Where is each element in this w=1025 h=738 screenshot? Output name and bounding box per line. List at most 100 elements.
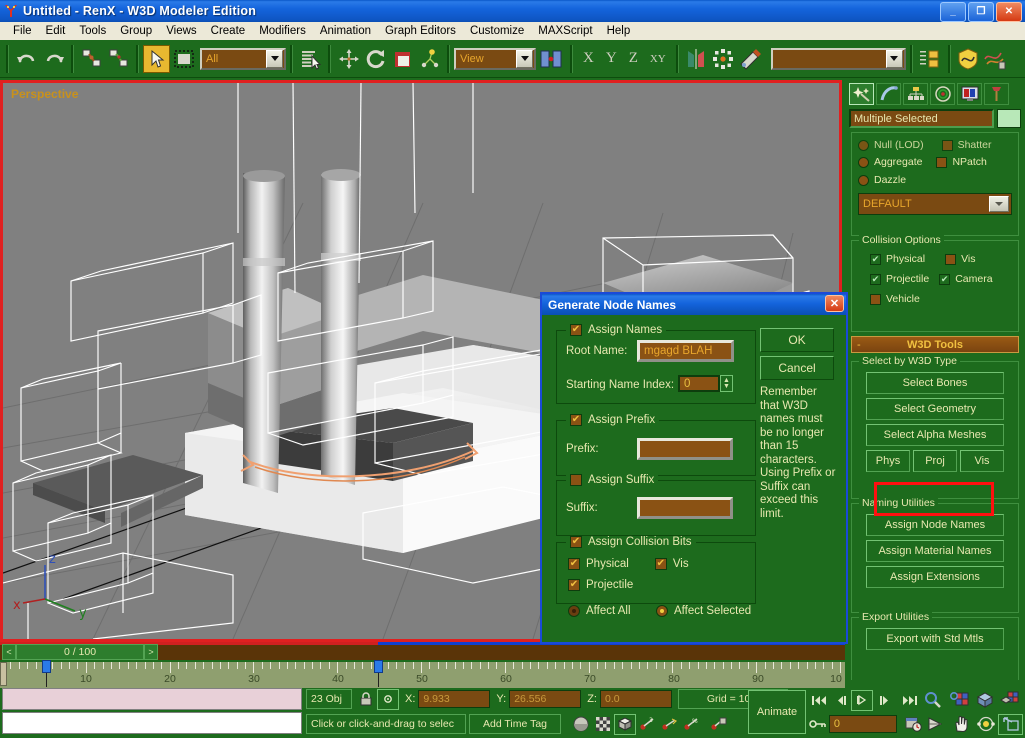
select-and-rotate-icon[interactable] — [362, 45, 389, 73]
collision-projectile-checkbox[interactable] — [870, 274, 881, 285]
rectangular-selection-region-icon[interactable] — [170, 45, 197, 73]
track-start-marker[interactable] — [0, 662, 7, 686]
assign-prefix-checkbox[interactable] — [570, 414, 582, 426]
select-alpha-meshes-button[interactable]: Select Alpha Meshes — [866, 424, 1004, 446]
current-frame-display[interactable]: 0 / 100 — [16, 644, 144, 660]
select-and-scale-icon[interactable] — [389, 45, 416, 73]
dazzle-radio[interactable] — [858, 175, 869, 186]
undo-icon[interactable] — [13, 45, 40, 73]
redo-icon[interactable] — [40, 45, 67, 73]
z-coordinate-field[interactable]: 0.0 — [600, 690, 672, 708]
menu-tools[interactable]: Tools — [72, 24, 113, 38]
ok-button[interactable]: OK — [760, 328, 834, 352]
selection-checker-icon[interactable] — [592, 714, 614, 735]
maxscript-mini-listener-white[interactable] — [2, 712, 302, 734]
select-by-name-icon[interactable] — [297, 45, 324, 73]
collision-vis-checkbox[interactable] — [945, 254, 956, 265]
selection-sphere-icon[interactable] — [570, 714, 592, 735]
affect-all-option[interactable]: Affect All — [568, 605, 631, 617]
manipulate-icon[interactable] — [416, 45, 443, 73]
next-frame-icon[interactable] — [873, 690, 895, 711]
assign-collision-bits-checkbox[interactable] — [570, 536, 582, 548]
next-frame-arrow[interactable]: > — [144, 644, 158, 660]
chevron-down-icon[interactable] — [516, 50, 533, 68]
animate-button[interactable]: Animate — [748, 690, 806, 734]
menu-animation[interactable]: Animation — [313, 24, 378, 38]
menu-views[interactable]: Views — [159, 24, 203, 38]
selection-filter-combo[interactable]: All — [200, 48, 286, 70]
object-color-swatch[interactable] — [997, 109, 1021, 128]
menu-group[interactable]: Group — [113, 24, 159, 38]
hierarchy-tab[interactable] — [903, 83, 928, 105]
time-configuration-icon[interactable] — [903, 714, 924, 735]
unlink-selection-icon[interactable] — [105, 45, 132, 73]
assign-extensions-button[interactable]: Assign Extensions — [866, 566, 1004, 588]
suffix-field[interactable] — [637, 497, 733, 519]
starting-name-index-spinner[interactable]: ▲▼ — [720, 375, 733, 392]
field-of-view-icon[interactable] — [924, 714, 949, 735]
x-coordinate-field[interactable]: 9.933 — [418, 690, 490, 708]
go-to-end-icon[interactable] — [899, 690, 921, 711]
dialog-close-button[interactable]: ✕ — [825, 295, 844, 312]
pan-icon[interactable] — [949, 714, 974, 735]
menu-create[interactable]: Create — [204, 24, 253, 38]
prefix-field[interactable] — [637, 438, 733, 460]
select-geometry-button[interactable]: Select Geometry — [866, 398, 1004, 420]
object-name-field[interactable]: Multiple Selected — [849, 109, 994, 128]
current-key-field[interactable]: 0 — [829, 715, 898, 733]
dialog-physical-checkbox[interactable] — [568, 558, 580, 570]
minimize-button[interactable]: _ — [940, 2, 966, 22]
restrict-to-y-icon[interactable]: Y — [600, 50, 623, 67]
affect-selected-radio[interactable] — [656, 605, 668, 617]
menu-maxscript[interactable]: MAXScript — [531, 24, 599, 38]
dialog-vis-checkbox[interactable] — [655, 558, 667, 570]
restore-button[interactable]: ❐ — [968, 2, 994, 22]
assign-material-names-button[interactable]: Assign Material Names — [866, 540, 1004, 562]
curve-editor-icon[interactable] — [955, 45, 982, 73]
create-tab[interactable] — [849, 83, 874, 105]
layer-manager-icon[interactable] — [917, 45, 944, 73]
snap-toggle-icon[interactable]: 3 — [636, 714, 658, 735]
export-with-std-mtls-button[interactable]: Export with Std Mtls — [866, 628, 1004, 650]
dazzle-type-combo[interactable]: DEFAULT — [858, 193, 1012, 215]
select-vis-button[interactable]: Vis — [960, 450, 1004, 472]
time-ruler[interactable]: 10 20 30 40 50 60 70 80 90 10 — [0, 662, 845, 688]
mirror-icon[interactable] — [683, 45, 710, 73]
menu-edit[interactable]: Edit — [39, 24, 73, 38]
collision-camera-checkbox[interactable] — [939, 274, 950, 285]
select-and-link-icon[interactable] — [78, 45, 105, 73]
chevron-down-icon[interactable] — [266, 50, 283, 68]
schematic-view-icon[interactable] — [982, 45, 1009, 73]
go-to-start-icon[interactable] — [808, 690, 830, 711]
play-animation-icon[interactable] — [851, 690, 873, 711]
lock-icon[interactable] — [355, 689, 377, 710]
menu-file[interactable]: File — [6, 24, 39, 38]
material-editor-icon[interactable] — [737, 45, 767, 73]
selection-cube-icon[interactable] — [614, 714, 636, 735]
collapse-icon[interactable]: - — [857, 339, 861, 351]
collision-vehicle-checkbox[interactable] — [870, 294, 881, 305]
collision-physical-checkbox[interactable] — [870, 254, 881, 265]
menu-customize[interactable]: Customize — [463, 24, 531, 38]
select-bones-button[interactable]: Select Bones — [866, 372, 1004, 394]
time-slider-control[interactable]: < 0 / 100 > — [2, 644, 158, 660]
chevron-down-icon[interactable] — [989, 196, 1009, 212]
percent-snap-icon[interactable]: % — [680, 714, 702, 735]
modify-tab[interactable] — [876, 83, 901, 105]
add-time-tag-button[interactable]: Add Time Tag — [469, 714, 561, 734]
assign-names-checkbox[interactable] — [570, 324, 582, 336]
viewport-label[interactable]: Perspective — [11, 87, 78, 101]
utilities-tab[interactable] — [984, 83, 1009, 105]
null-lod-radio[interactable] — [858, 140, 869, 151]
restrict-to-plane-icon[interactable]: XY — [644, 53, 672, 65]
select-phys-button[interactable]: Phys — [866, 450, 910, 472]
time-slider-handle-left[interactable] — [42, 660, 51, 673]
spinner-snap-icon[interactable] — [707, 714, 729, 735]
maxscript-mini-listener-pink[interactable] — [2, 688, 302, 710]
close-button[interactable]: ✕ — [996, 2, 1022, 22]
restrict-to-x-icon[interactable]: X — [577, 50, 600, 67]
zoom-all-icon[interactable] — [946, 690, 972, 711]
affect-all-radio[interactable] — [568, 605, 580, 617]
menu-modifiers[interactable]: Modifiers — [252, 24, 313, 38]
root-name-field[interactable]: mgagd BLAH — [637, 340, 734, 362]
